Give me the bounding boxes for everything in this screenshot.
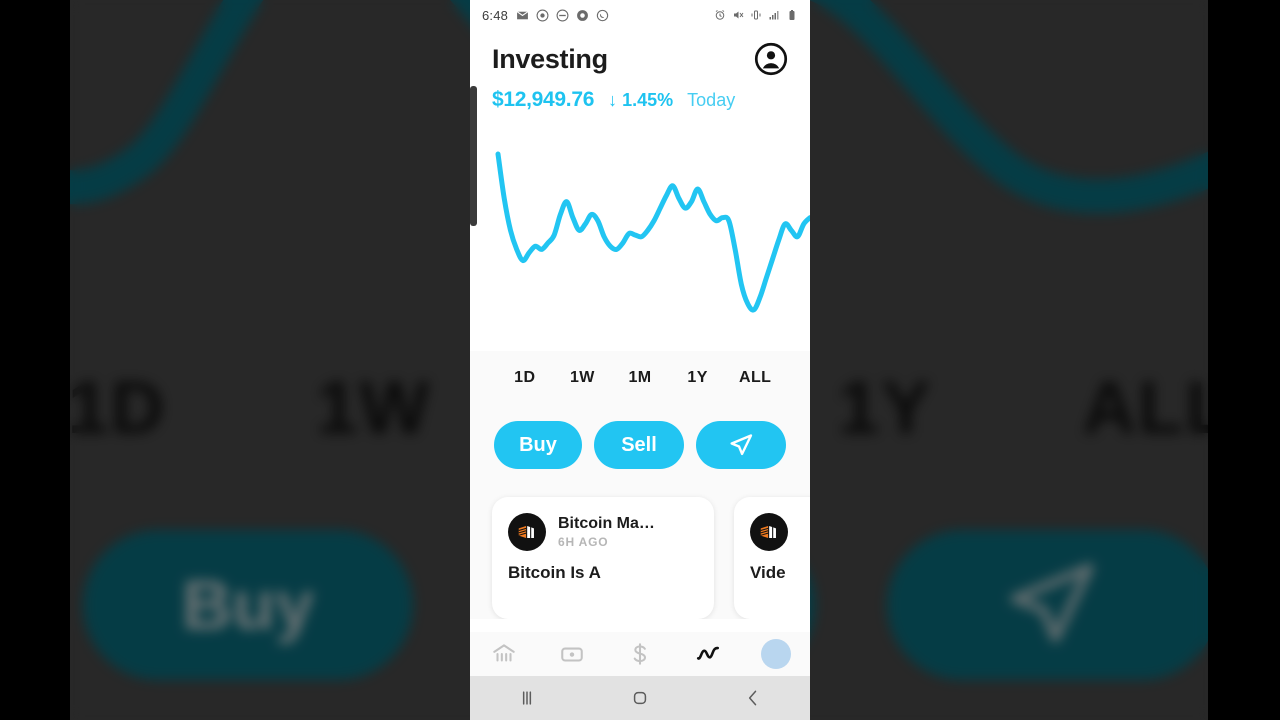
do-not-disturb-icon bbox=[556, 9, 569, 21]
mail-icon bbox=[516, 10, 529, 19]
news-carousel[interactable]: Bitcoin Ma… 6H AGO Bitcoin Is A Vide bbox=[470, 469, 810, 619]
balance-row: $12,949.76 ↓ 1.45% Today bbox=[470, 80, 810, 112]
profile-avatar-icon bbox=[761, 639, 791, 669]
news-card-header bbox=[750, 513, 810, 551]
news-card[interactable]: Vide bbox=[734, 497, 810, 619]
screen-recording-frame: 1D 1W 1M 1Y ALL Buy Sell 6:48 bbox=[0, 0, 1280, 720]
account-button[interactable] bbox=[754, 42, 788, 76]
chart-line-path bbox=[495, 151, 810, 313]
tab-card[interactable] bbox=[538, 641, 606, 667]
tab-profile[interactable] bbox=[742, 639, 810, 669]
buy-button[interactable]: Buy bbox=[494, 421, 582, 469]
tab-banking[interactable] bbox=[470, 641, 538, 667]
mute-icon bbox=[734, 11, 744, 19]
investing-squiggle-icon bbox=[696, 646, 720, 660]
vibrate-icon bbox=[751, 10, 761, 20]
background-range-1d: 1D bbox=[70, 366, 167, 449]
home-button[interactable] bbox=[583, 688, 696, 708]
status-bar-notification-icons bbox=[516, 9, 609, 22]
phone-screen: 6:48 Investing $12,949.76 ↓ 1.45% Today … bbox=[470, 0, 810, 720]
portfolio-balance: $12,949.76 bbox=[492, 88, 595, 111]
bitcoin-magazine-icon bbox=[760, 526, 776, 538]
record-icon bbox=[536, 9, 549, 21]
tab-payments[interactable] bbox=[606, 641, 674, 667]
dollar-icon bbox=[633, 643, 647, 665]
news-source-name: Bitcoin Ma… bbox=[558, 515, 655, 532]
back-icon bbox=[749, 690, 757, 706]
bitcoin-magazine-icon bbox=[518, 526, 534, 538]
background-range-all: ALL bbox=[1082, 366, 1208, 449]
balance-change: ↓ 1.45% bbox=[608, 90, 673, 111]
news-source-avatar bbox=[750, 513, 788, 551]
news-source-meta: Bitcoin Ma… 6H AGO bbox=[558, 515, 655, 549]
portfolio-chart[interactable] bbox=[470, 86, 810, 351]
background-range-1y: 1Y bbox=[838, 366, 933, 449]
bank-home-icon bbox=[493, 644, 515, 662]
signal-icon bbox=[769, 11, 779, 20]
bottom-tab-bar bbox=[470, 632, 810, 676]
news-card[interactable]: Bitcoin Ma… 6H AGO Bitcoin Is A bbox=[492, 497, 714, 619]
status-bar-system-icons bbox=[714, 9, 798, 21]
status-bar-clock: 6:48 bbox=[482, 7, 509, 23]
news-timestamp: 6H AGO bbox=[558, 535, 609, 549]
background-buy-button: Buy bbox=[83, 530, 413, 680]
background-send-paper-plane-icon bbox=[1010, 563, 1094, 643]
battery-icon bbox=[789, 10, 795, 20]
range-button-1y[interactable]: 1Y bbox=[669, 363, 727, 393]
chart-line-svg bbox=[495, 151, 810, 313]
page-title: Investing bbox=[492, 43, 608, 74]
account-circle-icon bbox=[754, 42, 788, 76]
balance-period: Today bbox=[687, 90, 736, 110]
background-range-1w: 1W bbox=[316, 366, 432, 449]
alarm-icon bbox=[715, 10, 725, 20]
background-send-button bbox=[887, 530, 1208, 680]
recents-button[interactable] bbox=[470, 688, 583, 708]
change-percent: 1.45% bbox=[622, 90, 674, 110]
news-source-avatar bbox=[508, 513, 546, 551]
card-icon bbox=[561, 647, 583, 662]
status-bar: 6:48 bbox=[470, 0, 810, 30]
range-button-1d[interactable]: 1D bbox=[496, 363, 554, 393]
sell-button[interactable]: Sell bbox=[594, 421, 684, 469]
news-card-header: Bitcoin Ma… 6H AGO bbox=[508, 513, 698, 551]
android-navigation-bar bbox=[470, 676, 810, 720]
scroll-indicator[interactable] bbox=[470, 86, 477, 226]
range-button-1w[interactable]: 1W bbox=[554, 363, 612, 393]
range-button-1m[interactable]: 1M bbox=[611, 363, 669, 393]
action-buttons: Buy Sell bbox=[470, 393, 810, 469]
home-icon bbox=[633, 691, 647, 705]
back-button[interactable] bbox=[697, 688, 810, 708]
news-headline: Bitcoin Is A bbox=[508, 563, 601, 582]
send-button[interactable] bbox=[696, 421, 786, 469]
whatsapp-icon bbox=[596, 9, 609, 21]
range-button-all[interactable]: ALL bbox=[726, 363, 784, 393]
news-headline: Vide bbox=[750, 563, 786, 582]
recents-icon bbox=[522, 691, 531, 705]
send-paper-plane-icon bbox=[730, 434, 753, 456]
app-header: Investing bbox=[470, 30, 810, 80]
tab-investing[interactable] bbox=[674, 641, 742, 667]
time-range-selector: 1D 1W 1M 1Y ALL bbox=[470, 351, 810, 393]
change-arrow-icon: ↓ bbox=[608, 90, 618, 110]
chrome-icon bbox=[577, 9, 589, 21]
